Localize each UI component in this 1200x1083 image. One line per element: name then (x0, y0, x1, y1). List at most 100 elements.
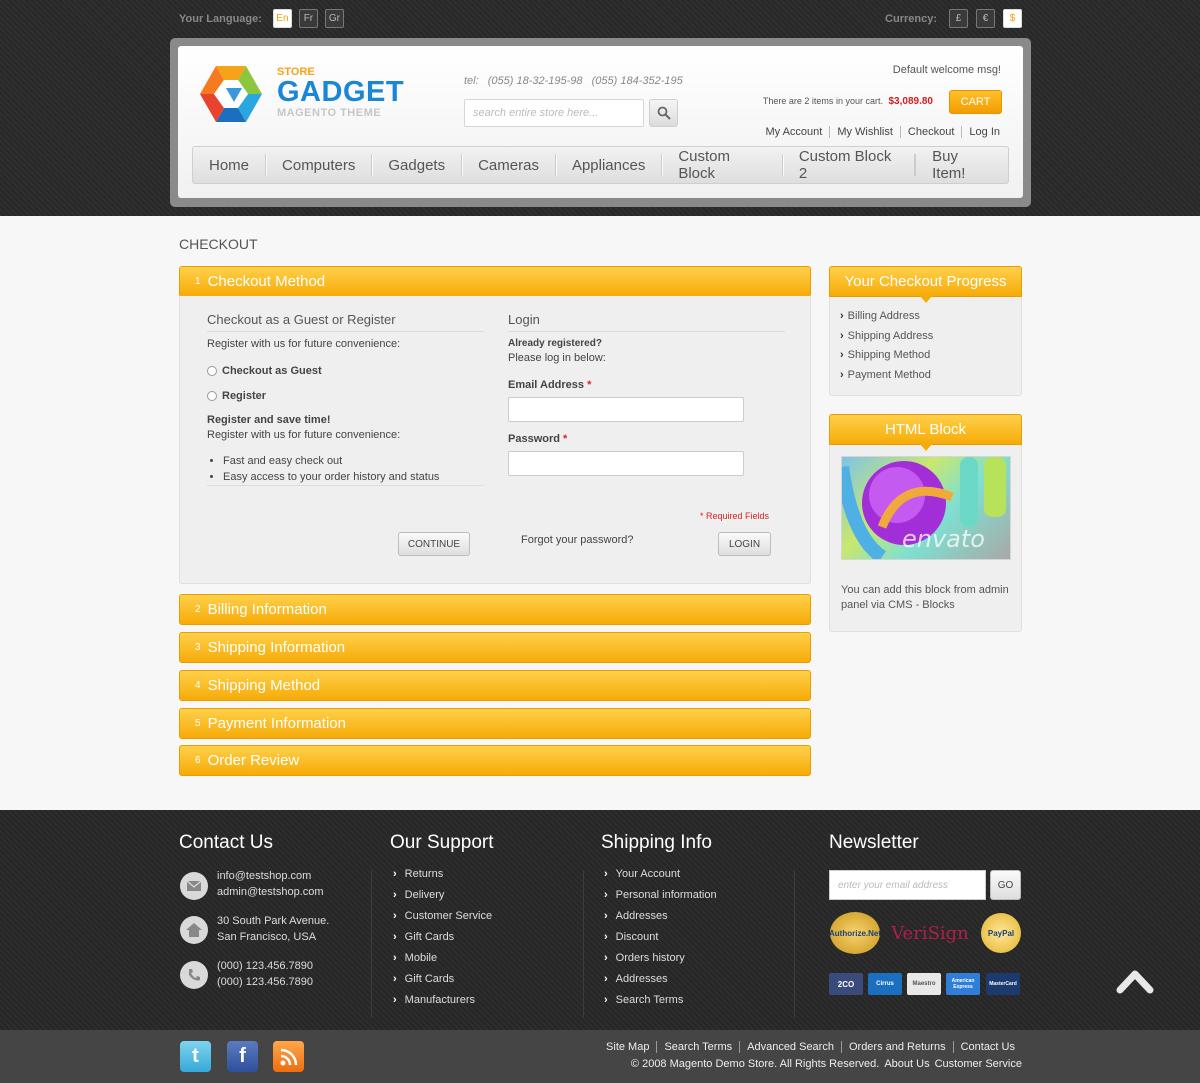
bottom-bar: t f Site Map Search Terms Advanced Searc… (0, 1030, 1200, 1083)
radio-checkout-guest[interactable]: Checkout as Guest (207, 365, 322, 377)
nav-appliances[interactable]: Appliances (556, 154, 663, 176)
currency-gbp[interactable]: £ (949, 9, 968, 28)
customer-service-link[interactable]: Customer Service (935, 1058, 1022, 1070)
scroll-to-top-icon[interactable] (1116, 966, 1154, 996)
checkout-link[interactable]: Checkout (899, 126, 961, 138)
radio-register[interactable]: Register (207, 390, 266, 402)
link-label[interactable]: Gift Cards (405, 927, 455, 948)
required-star: * (587, 379, 592, 391)
radio-guest-label[interactable]: Checkout as Guest (222, 365, 322, 377)
email-1[interactable]: info@testshop.com (217, 868, 324, 884)
shipping-link-orders-history[interactable]: › Orders history (604, 948, 717, 969)
language-en[interactable]: En (272, 9, 292, 28)
language-fr[interactable]: Fr (298, 9, 318, 28)
contact-us-link[interactable]: Contact Us (952, 1041, 1022, 1053)
shipping-link-addresses-2[interactable]: › Addresses (604, 969, 717, 990)
newsletter-go-button[interactable]: GO (990, 870, 1021, 900)
shipping-link-search-terms[interactable]: › Search Terms (604, 990, 717, 1011)
shipping-links: › Your Account › Personal information › Add… (604, 864, 717, 1011)
continue-button[interactable]: CONTINUE (398, 532, 470, 556)
shipping-link-discount[interactable]: › Discount (604, 927, 717, 948)
password-field[interactable] (508, 451, 744, 476)
my-wishlist-link[interactable]: My Wishlist (829, 126, 900, 138)
html-block-note: You can add this block from admin panel … (841, 584, 1009, 611)
link-label[interactable]: Manufacturers (405, 990, 475, 1011)
step-checkout-method[interactable]: 1 Checkout Method (179, 266, 811, 303)
login-button[interactable]: LOGIN (718, 532, 771, 556)
nav-gadgets[interactable]: Gadgets (372, 154, 463, 176)
link-label[interactable]: Search Terms (616, 990, 684, 1011)
my-account-link[interactable]: My Account (758, 126, 829, 138)
site-map-link[interactable]: Site Map (599, 1041, 656, 1053)
step-shipping-method[interactable]: 4 Shipping Method (179, 670, 811, 701)
support-link-gift-cards-2[interactable]: › Gift Cards (393, 969, 492, 990)
email-field[interactable] (508, 397, 744, 422)
link-label[interactable]: Addresses (616, 969, 668, 990)
newsletter-email-input[interactable] (829, 870, 986, 900)
link-label[interactable]: Delivery (405, 885, 445, 906)
step-billing-information[interactable]: 2 Billing Information (179, 594, 811, 625)
twitter-icon[interactable]: t (180, 1041, 211, 1072)
chevron-right-icon: › (604, 868, 608, 880)
shipping-link-personal-info[interactable]: › Personal information (604, 885, 717, 906)
currency-usd[interactable]: $ (1003, 9, 1022, 28)
cart-count[interactable]: 2 items (804, 96, 833, 106)
support-link-delivery[interactable]: › Delivery (393, 885, 492, 906)
brand-name[interactable]: STORE GADGET MAGENTO THEME (277, 66, 404, 119)
search-terms-link[interactable]: Search Terms (656, 1041, 739, 1053)
link-label[interactable]: Customer Service (405, 906, 492, 927)
currency-eur[interactable]: € (976, 9, 995, 28)
link-label[interactable]: Gift Cards (405, 969, 455, 990)
login-link[interactable]: Log In (961, 126, 1007, 138)
language-gr[interactable]: Gr (324, 9, 344, 28)
link-label[interactable]: Orders history (616, 948, 685, 969)
radio-icon[interactable] (207, 391, 217, 401)
support-link-customer-service[interactable]: › Customer Service (393, 906, 492, 927)
rss-icon[interactable] (273, 1041, 304, 1072)
paypal-badge: PayPal (981, 913, 1021, 953)
required-star: * (563, 433, 568, 445)
nav-home[interactable]: Home (193, 154, 267, 176)
benefits-list: Fast and easy check out Easy access to y… (223, 453, 439, 485)
link-label[interactable]: Addresses (616, 906, 668, 927)
link-label[interactable]: Returns (405, 864, 444, 885)
step-shipping-information[interactable]: 3 Shipping Information (179, 632, 811, 663)
link-label[interactable]: Personal information (616, 885, 717, 906)
orders-returns-link[interactable]: Orders and Returns (840, 1041, 953, 1053)
advanced-search-link[interactable]: Advanced Search (739, 1041, 841, 1053)
contact-address: 30 South Park Avenue. San Francisco, USA (217, 913, 329, 945)
link-label[interactable]: Discount (616, 927, 659, 948)
shipping-link-addresses[interactable]: › Addresses (604, 906, 717, 927)
shipping-link-your-account[interactable]: › Your Account (604, 864, 717, 885)
support-link-mobile[interactable]: › Mobile (393, 948, 492, 969)
step-order-review[interactable]: 6 Order Review (179, 745, 811, 776)
support-link-returns[interactable]: › Returns (393, 864, 492, 885)
about-us-link[interactable]: About Us (884, 1058, 929, 1070)
link-label[interactable]: Your Account (616, 864, 680, 885)
authorize-net-badge: Authorize.Net (829, 912, 881, 954)
radio-register-label[interactable]: Register (222, 390, 266, 402)
search-button[interactable] (649, 99, 678, 127)
facebook-icon[interactable]: f (227, 1041, 258, 1072)
chevron-right-icon: › (393, 952, 397, 964)
forgot-password-link[interactable]: Forgot your password? (521, 534, 634, 546)
gadget-logo-icon[interactable] (198, 64, 264, 124)
nav-custom-block-2[interactable]: Custom Block 2 (783, 148, 916, 182)
step-number: 1 (195, 276, 201, 287)
link-label[interactable]: Mobile (405, 948, 437, 969)
contact-emails: info@testshop.com admin@testshop.com (217, 868, 324, 900)
nav-buy-item[interactable]: Buy Item! (915, 148, 1008, 182)
search-input[interactable] (464, 99, 644, 127)
nav-cameras[interactable]: Cameras (462, 154, 556, 176)
support-link-manufacturers[interactable]: › Manufacturers (393, 990, 492, 1011)
divider (207, 485, 484, 486)
radio-icon[interactable] (207, 366, 217, 376)
cart-button[interactable]: CART (949, 90, 1002, 114)
support-link-gift-cards[interactable]: › Gift Cards (393, 927, 492, 948)
email-2[interactable]: admin@testshop.com (217, 884, 324, 900)
envato-banner-image[interactable]: envato (841, 456, 1011, 560)
copyright-text: © 2008 Magento Demo Store. All Rights Re… (630, 1058, 880, 1070)
nav-computers[interactable]: Computers (266, 154, 373, 176)
step-payment-information[interactable]: 5 Payment Information (179, 708, 811, 739)
nav-custom-block[interactable]: Custom Block (662, 148, 783, 182)
